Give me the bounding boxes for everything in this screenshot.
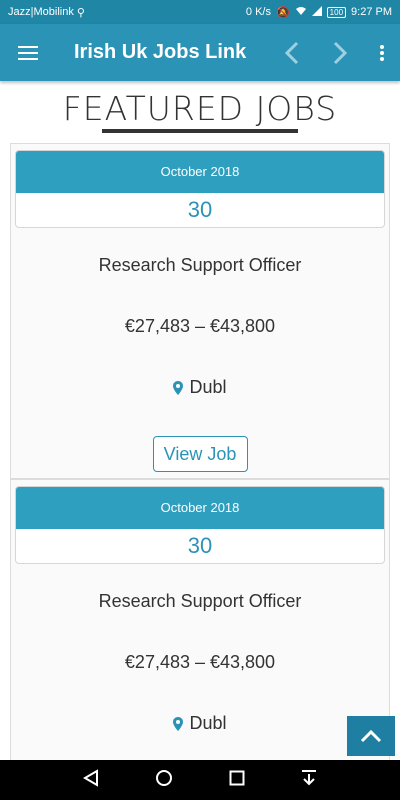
mute-icon: 🔕 [275,6,290,19]
job-salary: €27,483 – €43,800 [124,316,276,336]
scroll-to-top-button[interactable] [347,716,395,756]
section-heading: FEATURED JOBS [62,89,338,128]
forward-button[interactable] [316,24,364,81]
date-day: 30 [187,197,213,222]
menu-button[interactable] [0,24,56,81]
pull-down-icon [302,769,316,785]
date-month: October 2018 [16,151,384,193]
date-box: October 2018 30 [15,486,385,564]
date-day: 30 [187,533,213,558]
date-month: October 2018 [16,487,384,529]
job-location: Dubl [11,377,389,398]
circle-home-icon [156,769,172,786]
system-home-button[interactable] [155,769,173,792]
battery-icon: 100 [326,6,347,18]
job-salary: €27,483 – €43,800 [124,652,276,672]
main-content[interactable]: FEATURED JOBS October 2018 30 Research S… [0,81,400,760]
view-job-button[interactable]: View Job [152,436,248,472]
job-title: Research Support Officer [98,591,302,611]
wifi-icon [295,6,307,19]
job-card: October 2018 30 Research Support Officer… [10,479,390,760]
system-notifications-button[interactable] [301,769,317,792]
overflow-menu-button[interactable] [364,24,400,81]
clock: 9:27 PM [351,6,392,18]
location-pin-icon [173,716,184,731]
system-back-button[interactable] [83,768,99,792]
job-location-text: Dubl [189,713,227,733]
chevron-right-icon [333,41,348,64]
job-card: October 2018 30 Research Support Officer… [10,143,390,479]
job-location: Dubl [11,713,389,734]
status-bar: Jazz|Mobilink ⚲ 0 K/s 🔕 100 9:27 PM [0,0,400,24]
back-button[interactable] [268,24,316,81]
chevron-up-icon [360,729,382,743]
signal-icon [311,5,322,19]
system-nav-bar [0,760,400,800]
square-recents-icon [229,770,245,785]
status-left: Jazz|Mobilink ⚲ [8,6,85,19]
carrier-label: Jazz|Mobilink [8,6,74,18]
date-box: October 2018 30 [15,150,385,228]
status-right: 0 K/s 🔕 100 9:27 PM [245,5,392,19]
network-speed: 0 K/s [245,6,271,18]
app-bar: Irish Uk Jobs Link [0,24,400,81]
system-recents-button[interactable] [229,770,245,791]
location-pin-icon [173,380,184,395]
job-title: Research Support Officer [98,255,302,275]
heading-underline [102,129,298,133]
job-location-text: Dubl [189,377,227,397]
triangle-back-icon [83,768,98,787]
more-vert-icon [380,44,384,61]
usb-icon: ⚲ [76,6,85,19]
chevron-left-icon [284,41,299,64]
app-title: Irish Uk Jobs Link [74,41,247,63]
hamburger-icon [18,45,38,60]
